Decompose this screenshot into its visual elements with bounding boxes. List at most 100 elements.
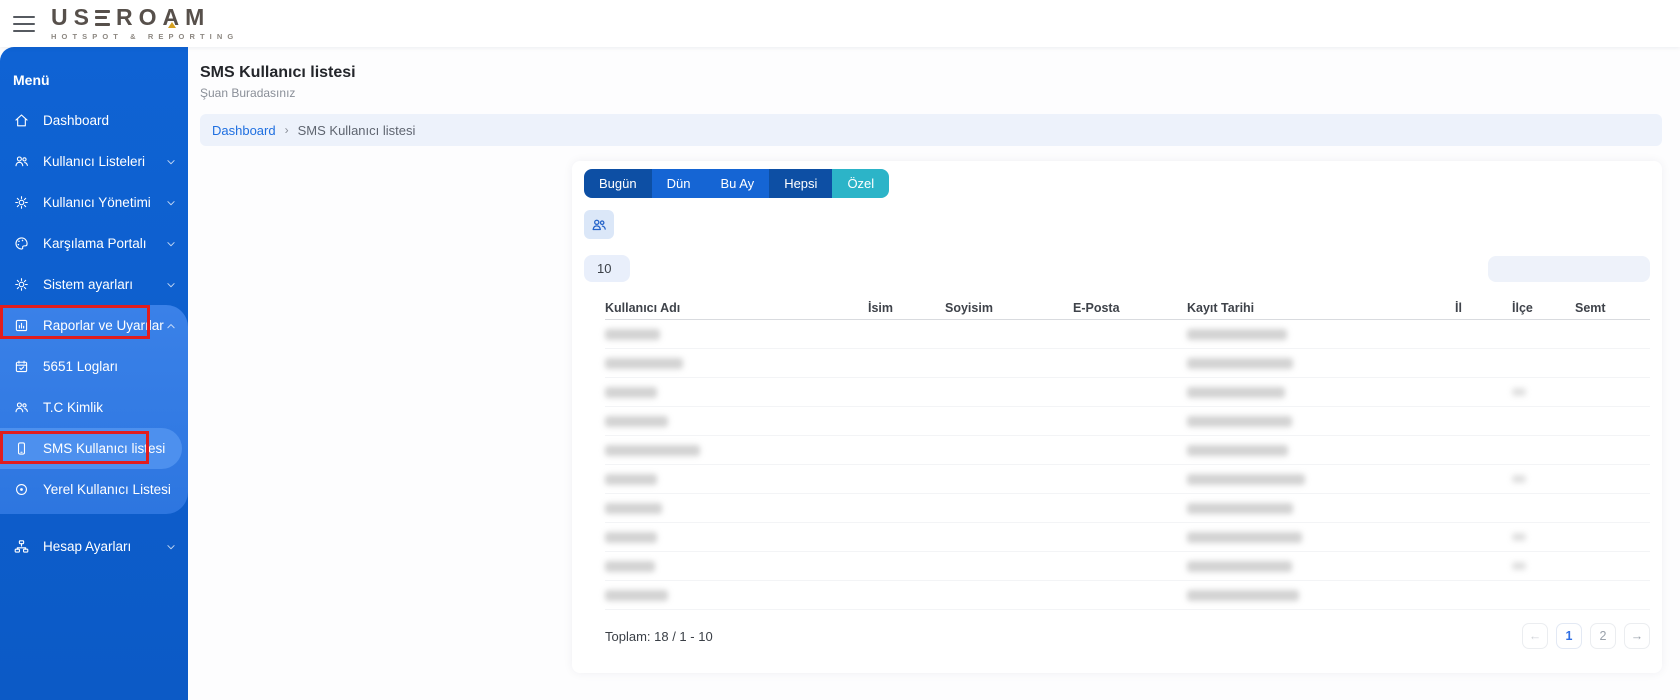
brand-tagline: HOTSPOT & REPORTING [51, 33, 238, 41]
table-search-input[interactable] [1488, 256, 1650, 282]
register-date-redacted [1187, 561, 1455, 572]
tab-bug-n[interactable]: Bugün [584, 169, 652, 198]
logo-e-bars-icon [95, 10, 110, 26]
register-date-redacted [1187, 358, 1455, 369]
users-action-button[interactable] [584, 210, 614, 239]
sidebar-item-kullan-c-listeleri[interactable]: Kullanıcı Listeleri [0, 141, 188, 182]
register-date-redacted [1187, 503, 1455, 514]
sidebar-submenu-raporlar: Raporlar ve Uyarılar 5651 Logları T.C Kiml… [0, 305, 188, 514]
sidebar-item-dashboard[interactable]: Dashboard [0, 100, 188, 141]
sidebar-item-label: Kullanıcı Yönetimi [43, 195, 151, 210]
sidebar-item-label: Hesap Ayarları [43, 539, 131, 554]
pagination-next-button[interactable]: → [1624, 623, 1650, 649]
gear-icon [13, 194, 30, 211]
column-header-soyisim: Soyisim [945, 301, 1073, 315]
breadcrumb-separator: › [285, 123, 289, 137]
sidebar-item-t-c-kimlik[interactable]: T.C Kimlik [0, 387, 188, 428]
register-date-redacted [1187, 387, 1455, 398]
chevron-down-icon [164, 540, 178, 554]
sms-user-list-card: BugünDünBu AyHepsiÖzel 10 Kullanıcı Adıİ… [572, 161, 1662, 673]
calendar-icon [13, 358, 30, 375]
column-header-i-l: İl [1455, 301, 1512, 315]
pagination-prev-button[interactable]: ← [1522, 623, 1548, 649]
table-row[interactable] [605, 407, 1650, 436]
pagination-page-1[interactable]: 1 [1556, 623, 1582, 649]
hamburger-menu-icon[interactable] [13, 16, 35, 32]
tab-d-n[interactable]: Dün [652, 169, 706, 198]
username-redacted [605, 387, 868, 398]
ilce-redacted [1512, 388, 1575, 396]
register-date-redacted [1187, 329, 1455, 340]
phone-icon [13, 440, 30, 457]
table-row[interactable] [605, 523, 1650, 552]
network-icon [13, 538, 30, 555]
username-redacted [605, 445, 868, 456]
brand-wordmark: USROAM [51, 6, 238, 29]
app-logo: USROAM HOTSPOT & REPORTING [51, 6, 238, 41]
target-icon [13, 481, 30, 498]
sidebar-section-label: Menü [0, 47, 188, 88]
tab-hepsi[interactable]: Hepsi [769, 169, 832, 198]
table-row[interactable] [605, 581, 1650, 610]
register-date-redacted [1187, 445, 1455, 456]
sidebar-item-raporlar-ve-uyar-lar[interactable]: Raporlar ve Uyarılar [0, 305, 188, 346]
username-redacted [605, 358, 868, 369]
sidebar-item-label: 5651 Logları [43, 359, 118, 374]
users-icon [13, 399, 30, 416]
sidebar-item-label: Dashboard [43, 113, 109, 128]
table-row[interactable] [605, 465, 1650, 494]
sidebar-item-label: Sistem ayarları [43, 277, 133, 292]
table-footer: Toplam: 18 / 1 - 10 ← 12 → [584, 623, 1650, 649]
home-icon [13, 112, 30, 129]
report-icon [13, 317, 30, 334]
table-row[interactable] [605, 320, 1650, 349]
chevron-up-icon [164, 319, 178, 333]
chevron-down-icon [164, 278, 178, 292]
breadcrumb: Dashboard › SMS Kullanıcı listesi [200, 114, 1662, 146]
pagination: ← 12 → [1522, 623, 1650, 649]
table-body [605, 320, 1650, 610]
username-redacted [605, 532, 868, 543]
sidebar-nav-footer: Hesap Ayarları [0, 526, 188, 567]
sidebar-item-yerel-kullan-c-listesi[interactable]: Yerel Kullanıcı Listesi [0, 469, 188, 510]
table-row[interactable] [605, 436, 1650, 465]
gear-icon [13, 276, 30, 293]
tab-bu-ay[interactable]: Bu Ay [705, 169, 769, 198]
table-row[interactable] [605, 552, 1650, 581]
sidebar-item-sms-kullan-c-listesi[interactable]: SMS Kullanıcı listesi [0, 428, 182, 469]
sidebar-item-hesap-ayarlar[interactable]: Hesap Ayarları [0, 526, 188, 567]
sidebar-item-label: Kullanıcı Listeleri [43, 154, 145, 169]
tab-zel[interactable]: Özel [832, 169, 889, 198]
sidebar-item-kar-lama-portal[interactable]: Karşılama Portalı [0, 223, 188, 264]
register-date-redacted [1187, 416, 1455, 427]
sidebar-item-sistem-ayarlar[interactable]: Sistem ayarları [0, 264, 188, 305]
table-row[interactable] [605, 494, 1650, 523]
chevron-down-icon [164, 237, 178, 251]
sidebar: Menü Dashboard Kullanıcı Listeleri Kullanı… [0, 47, 188, 700]
users-icon [13, 153, 30, 170]
pagination-page-2[interactable]: 2 [1590, 623, 1616, 649]
page-title: SMS Kullanıcı listesi [200, 64, 1662, 82]
total-count-label: Toplam: 18 / 1 - 10 [605, 629, 713, 644]
palette-icon [13, 235, 30, 252]
ilce-redacted [1512, 533, 1575, 541]
ilce-redacted [1512, 475, 1575, 483]
breadcrumb-current: SMS Kullanıcı listesi [298, 123, 416, 138]
table-row[interactable] [605, 349, 1650, 378]
register-date-redacted [1187, 532, 1455, 543]
sms-user-table: Kullanıcı AdıİsimSoyisimE-PostaKayıt Tar… [584, 296, 1650, 610]
register-date-redacted [1187, 590, 1455, 601]
sidebar-item-kullan-c-y-netimi[interactable]: Kullanıcı Yönetimi [0, 182, 188, 223]
sidebar-item-5651-loglar[interactable]: 5651 Logları [0, 346, 188, 387]
top-bar: USROAM HOTSPOT & REPORTING [0, 0, 1680, 47]
page-size-selector[interactable]: 10 [584, 255, 630, 282]
breadcrumb-dashboard-link[interactable]: Dashboard [212, 123, 276, 138]
sidebar-item-label: T.C Kimlik [43, 400, 103, 415]
logo-gold-accent: A [162, 6, 185, 29]
column-header-kay-t-tarihi: Kayıt Tarihi [1187, 301, 1455, 315]
sidebar-item-label: SMS Kullanıcı listesi [43, 441, 165, 456]
username-redacted [605, 474, 868, 485]
table-row[interactable] [605, 378, 1650, 407]
chevron-down-icon [164, 196, 178, 210]
username-redacted [605, 561, 868, 572]
